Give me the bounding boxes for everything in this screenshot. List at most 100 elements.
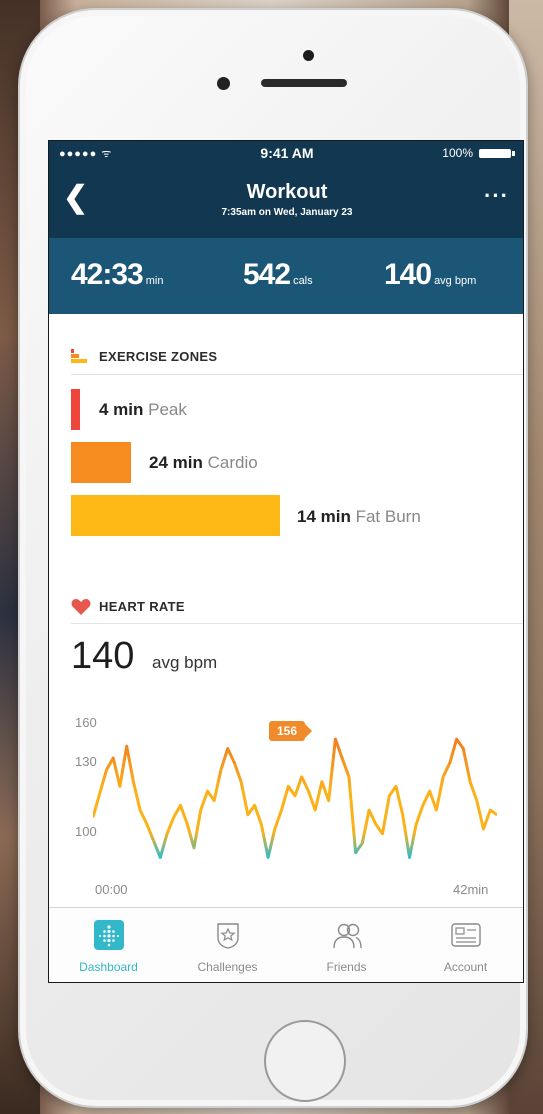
tab-friends[interactable]: Friends [287,908,406,982]
heart-rate-point [253,804,256,807]
battery-icon [479,149,515,158]
heart-rate-point [388,795,391,797]
heart-rate-point [469,780,471,783]
heart-rate-point [213,799,216,802]
heart-rate-point [381,832,384,835]
workout-summary: 42:33 min 542 cals 140 avg bpm [49,238,523,314]
heart-rate-series-line [93,737,497,859]
tab-dashboard[interactable]: Dashboard [49,908,168,982]
heart-rate-point [287,785,290,788]
divider [71,623,523,624]
x-axis-end-label: 42min [453,882,489,897]
friends-icon [333,923,362,949]
duration-stat: 42:33 min [71,258,163,292]
heart-rate-point [172,816,175,818]
heart-rate-point [455,738,458,740]
app-screen: ●●●●● ᯤ 9:41 AM 100% ❮ Workout 7:35am on… [48,140,524,983]
heart-rate-point [321,780,323,783]
heart-rate-point [374,823,377,826]
heart-rate-point [422,804,424,807]
zone-bar-cardio [71,442,131,483]
heart-rate-point [159,856,162,859]
heart-rate-point [489,809,492,811]
heart-rate-point [368,809,370,811]
zone-bar-peak [71,389,80,430]
heart-rate-point [428,790,431,792]
front-camera [303,50,314,61]
zone-label-cardio: 24 min Cardio [149,453,258,473]
avg-bpm-unit: avg bpm [434,275,477,287]
avg-bpm-value: 140 [384,258,432,291]
heart-rate-point [240,780,243,783]
zone-name-fat-burn: Fat Burn [355,507,421,526]
heart-rate-point [199,809,202,811]
heart-rate-point [341,757,343,759]
zone-name-cardio: Cardio [207,453,258,472]
peak-heart-rate-badge: 156 [269,721,313,741]
proximity-sensor [217,77,230,90]
heart-rate-point [348,776,350,778]
tab-challenges[interactable]: Challenges [168,908,287,982]
heart-rate-point [152,839,155,842]
heart-rate-point [442,776,444,778]
more-dots-icon[interactable]: ··· [484,185,509,207]
exercise-zones-heading: EXERCISE ZONES [99,349,218,364]
heart-rate-point [327,799,330,802]
duration-unit: min [145,275,164,287]
avg-heart-rate-value: 140 [71,635,135,677]
heart-rate-point [300,776,303,778]
divider [71,374,523,375]
zone-bar-fat-burn [71,495,280,536]
tab-label: Dashboard [79,960,138,974]
heart-rate-point [186,823,189,826]
heart-rate-point [247,813,249,816]
tab-account[interactable]: Account [406,908,523,982]
heart-rate-point [98,792,101,795]
heart-rate-point [482,828,485,830]
heart-rate-point [294,795,296,797]
heart-rate-point [462,747,465,750]
avg-heart-rate-unit: avg bpm [152,653,218,672]
tab-label: Challenges [197,960,258,974]
heart-rate-point [314,809,317,811]
heart-rate-point [435,809,438,811]
heart-rate-point [415,823,418,826]
heart-rate-point [166,832,168,835]
account-card-icon [451,923,481,947]
tab-label: Friends [326,960,367,974]
heart-rate-point [401,813,404,816]
heart-rate-point [361,842,364,845]
zone-label-fat-burn: 14 min Fat Burn [297,507,421,527]
heart-rate-point [206,790,209,792]
zone-minutes-peak: 4 min [99,400,144,419]
heart-icon [71,599,91,615]
tab-label: Account [443,960,488,974]
heart-rate-point [226,747,229,750]
workout-datetime: 7:35am on Wed, January 23 [221,207,353,218]
heart-rate-point [105,769,108,771]
heart-rate-point [273,828,276,830]
heart-rate-heading: HEART RATE [99,599,185,614]
heart-rate-point [334,738,337,740]
bottom-tab-bar: Dashboard Challenges Friends Account [49,907,523,982]
heart-rate-point [119,785,121,788]
exercise-zones-icon [71,349,87,363]
zone-name-peak: Peak [148,400,187,419]
zone-label-peak: 4 min Peak [99,400,187,420]
page-title: Workout [246,181,328,203]
challenges-star-icon [217,923,239,949]
heart-rate-point [112,757,115,759]
calories-value: 542 [243,258,291,291]
home-button[interactable] [264,1020,346,1102]
x-axis-start-label: 00:00 [95,882,128,897]
heart-rate-point [475,799,478,802]
heart-rate-point [260,823,263,826]
heart-rate-point [125,745,128,748]
heart-rate-point [139,809,141,811]
battery-percent: 100% [442,146,473,160]
heart-rate-point [354,851,357,854]
heart-rate-point [408,856,411,859]
calories-stat: 542 cals [243,258,313,292]
calories-unit: cals [293,275,313,287]
heart-rate-point [179,804,182,807]
